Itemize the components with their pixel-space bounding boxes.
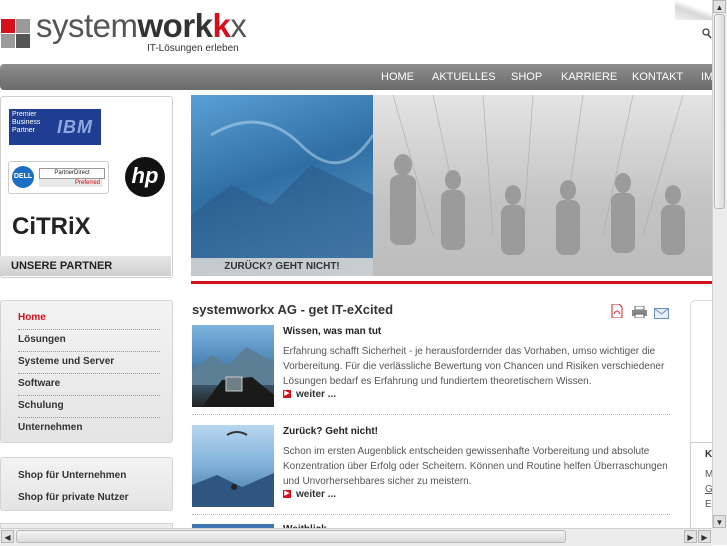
shop-links: Shop für Unternehmen Shop für private Nu…	[0, 457, 173, 511]
arrow-right-icon: ▶	[283, 490, 291, 499]
nav-karriere[interactable]: KARRIERE	[561, 64, 617, 90]
hero-image-gray	[373, 95, 712, 276]
side-panel-line: E	[705, 499, 712, 510]
page-title: systemworkx AG - get IT-eXcited	[192, 302, 394, 317]
scroll-down-button[interactable]: ▼	[713, 515, 726, 528]
scroll-right-button-2[interactable]: ▶	[698, 530, 711, 543]
logo-square-gray	[1, 34, 15, 48]
partner-label: UNSERE PARTNER	[0, 256, 171, 276]
shop-private-link[interactable]: Shop für private Nutzer	[18, 492, 129, 503]
search-icon[interactable]	[702, 27, 712, 39]
nav-aktuelles[interactable]: AKTUELLES	[432, 64, 496, 90]
arrow-right-icon: ▶	[283, 390, 291, 399]
print-icon[interactable]	[632, 305, 647, 319]
article-heading: Wissen, was man tut	[283, 326, 382, 337]
article-image-mountain	[192, 325, 274, 407]
hp-partner-logo[interactable]: hp	[125, 157, 165, 197]
article-heading: Zurück? Geht nicht!	[283, 426, 378, 437]
article-text: Schon im ersten Augenblick entscheiden g…	[283, 446, 668, 487]
side-panel-top	[690, 300, 713, 441]
ibm-partner-logo[interactable]: Premier Business Partner IBM	[9, 109, 101, 145]
logo-square-dark	[16, 34, 30, 48]
left-menu: Home Lösungen Systeme und Server Softwar…	[0, 300, 173, 443]
article-image-paraglider	[192, 425, 274, 507]
shop-business-link[interactable]: Shop für Unternehmen	[18, 470, 126, 481]
menu-item-home[interactable]: Home	[18, 308, 160, 330]
page-curl	[675, 0, 715, 20]
main-nav: HOME AKTUELLES SHOP KARRIERE KONTAKT IM	[0, 64, 713, 90]
vertical-scroll-thumb[interactable]	[714, 14, 725, 209]
menu-item-unternehmen[interactable]: Unternehmen	[18, 418, 160, 439]
hero-image-blue	[191, 95, 375, 276]
dell-partner-logo[interactable]: DELL PartnerDirect Preferred	[8, 161, 109, 194]
hero-caption: ZURÜCK? GEHT NICHT!	[191, 258, 373, 276]
logo-square-red	[1, 19, 15, 33]
menu-item-software[interactable]: Software	[18, 374, 160, 396]
partner-box: Premier Business Partner IBM DELL PartnerD…	[0, 96, 173, 278]
horizontal-scroll-thumb[interactable]	[16, 530, 566, 543]
scroll-left-button[interactable]: ◀	[1, 530, 14, 543]
nav-kontakt[interactable]: KONTAKT	[632, 64, 683, 90]
nav-shop[interactable]: SHOP	[511, 64, 542, 90]
scroll-up-button[interactable]: ▲	[713, 0, 726, 13]
menu-item-schulung[interactable]: Schulung	[18, 396, 160, 418]
hero-banner: ZURÜCK? GEHT NICHT!	[191, 95, 712, 276]
read-more-link[interactable]: ▶ weiter ...	[283, 389, 336, 400]
article-divider	[192, 514, 670, 515]
scroll-right-button[interactable]: ▶	[684, 530, 697, 543]
pdf-icon[interactable]	[611, 303, 623, 319]
mail-icon[interactable]	[654, 306, 669, 319]
citrix-partner-logo[interactable]: CiTRiX	[12, 213, 91, 241]
read-more-link[interactable]: ▶ weiter ...	[283, 489, 336, 500]
article-divider	[192, 414, 670, 415]
scrollbar-corner	[712, 528, 727, 545]
menu-item-loesungen[interactable]: Lösungen	[18, 330, 160, 352]
logo-wordmark: systemworkkx	[36, 7, 247, 44]
menu-item-systeme[interactable]: Systeme und Server	[18, 352, 160, 374]
logo-square-gray	[16, 19, 30, 33]
logo-tagline: IT-Lösungen erleben	[147, 43, 239, 54]
article-text: Erfahrung schafft Sicherheit - je heraus…	[283, 346, 665, 387]
nav-home[interactable]: HOME	[381, 64, 414, 90]
divider-red	[191, 281, 712, 284]
